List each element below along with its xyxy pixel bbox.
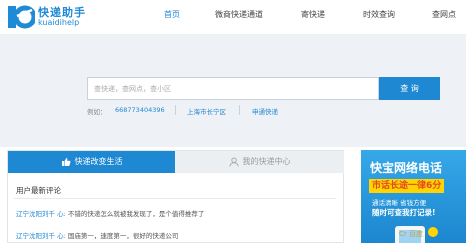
brand-subtitle: kuaidihelp bbox=[38, 18, 80, 27]
comment-item: 辽宁沈阳刘千 心: 国庙第一，速度第一，很好的快递公司 bbox=[16, 230, 178, 240]
divider bbox=[175, 105, 176, 115]
nav-item-wechat-express[interactable]: 微商快递通道 bbox=[215, 9, 263, 20]
nav-item-find-outlet[interactable]: 查网点 bbox=[432, 9, 456, 20]
example-label: 例如： bbox=[87, 108, 107, 116]
ad-slogan: 市话长途一律6分 bbox=[369, 179, 445, 193]
header: 快递助手 kuaidihelp 首页 微商快递通道 寄快递 时效查询 查网点 bbox=[0, 0, 466, 34]
community-panel: 快递改变生活 我的快递中心 用户最新评论 辽宁沈阳刘千 心: 不错的快递怎么就被… bbox=[7, 150, 344, 243]
search-input[interactable] bbox=[87, 77, 379, 100]
comment-text: 不错的快递怎么就被我发现了，是个值得推荐了 bbox=[67, 210, 205, 218]
example-courier[interactable]: 申通快递 bbox=[252, 106, 278, 116]
tab-my-express-center[interactable]: 我的快递中心 bbox=[175, 151, 344, 173]
divider bbox=[239, 105, 240, 115]
section-title: 用户最新评论 bbox=[16, 186, 61, 195]
user-icon bbox=[229, 157, 238, 167]
watermark: Cr 百度 bbox=[399, 230, 423, 238]
search-area: 查 询 例如： 668773404396 上海市长宁区 申通快递 bbox=[0, 34, 466, 147]
tab-my-express-center-label: 我的快递中心 bbox=[242, 157, 291, 166]
comment-text: 国庙第一，速度第一，很好的快递公司 bbox=[67, 232, 179, 240]
example-district[interactable]: 上海市长宁区 bbox=[187, 106, 226, 116]
nav-item-home[interactable]: 首页 bbox=[164, 9, 180, 20]
logo[interactable]: 快递助手 kuaidihelp bbox=[5, 2, 113, 32]
divider bbox=[14, 198, 336, 199]
comment-author[interactable]: 辽宁沈阳刘千 心: bbox=[16, 232, 66, 240]
thumbs-up-icon bbox=[61, 157, 70, 166]
nav-item-time-query[interactable]: 时效查询 bbox=[363, 9, 395, 20]
comment-author[interactable]: 辽宁沈阳刘千 心: bbox=[16, 210, 66, 218]
example-tracking-number[interactable]: 668773404396 bbox=[115, 106, 165, 114]
logo-mark-icon bbox=[8, 5, 35, 29]
comment-item: 辽宁沈阳刘千 心: 不错的快递怎么就被我发现了，是个值得推荐了 bbox=[16, 208, 204, 218]
search-button[interactable]: 查 询 bbox=[379, 77, 440, 100]
nav-item-send-express[interactable]: 寄快递 bbox=[301, 9, 325, 20]
ad-title: 快宝网络电话 bbox=[370, 161, 443, 175]
ad-feature-text: 通话清晰 省钱方便 bbox=[372, 199, 427, 207]
tab-express-life-label: 快递改变生活 bbox=[74, 157, 123, 166]
tab-express-life[interactable]: 快递改变生活 bbox=[8, 151, 175, 173]
ad-call-to-action: 随时可查我打记录! bbox=[372, 208, 436, 217]
